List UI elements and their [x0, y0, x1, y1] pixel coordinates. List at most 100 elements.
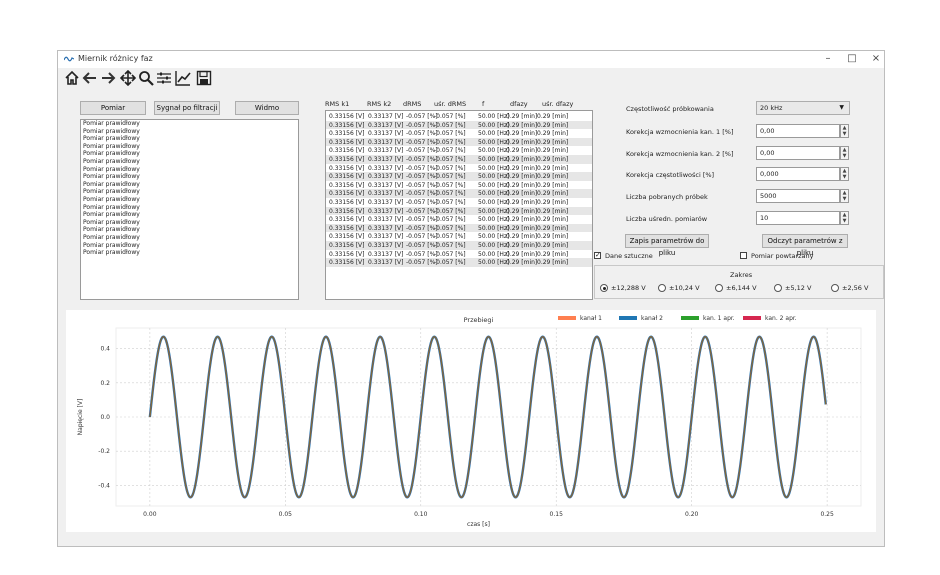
list-item[interactable]: Pomiar prawidłowy — [81, 181, 298, 189]
legend-label: kan. 1 apr. — [703, 315, 735, 322]
list-item[interactable]: Pomiar prawidłowy — [81, 135, 298, 143]
average-count-spinner[interactable]: ▲ ▼ — [840, 211, 849, 225]
spin-down-icon[interactable]: ▼ — [841, 131, 848, 137]
frequency-correction-spinner[interactable]: ▲ ▼ — [840, 167, 849, 181]
configure-subplots-icon[interactable] — [156, 70, 172, 86]
table-row[interactable]: 0.33156 [V] 0.33137 [V] -0.057 [%] -0.057 [… — [326, 215, 592, 224]
save-params-button[interactable]: Zapis parametrów do pliku — [625, 234, 709, 257]
artificial-data-checkbox[interactable]: ✓ — [594, 252, 601, 259]
minimize-button[interactable]: – — [818, 53, 838, 64]
table-row[interactable]: 0.33156 [V] 0.33137 [V] -0.057 [%] -0.057 [… — [326, 189, 592, 198]
sampling-rate-value: 20 kHz — [760, 104, 783, 112]
save-icon[interactable] — [196, 70, 212, 86]
table-cell: -0.057 [%] — [434, 250, 466, 258]
table-cell: 0.33137 [V] — [368, 216, 404, 224]
table-row[interactable]: 0.33156 [V] 0.33137 [V] -0.057 [%] -0.057 [… — [326, 241, 592, 250]
list-item[interactable]: Pomiar prawidłowy — [81, 166, 298, 174]
table-row[interactable]: 0.33156 [V] 0.33137 [V] -0.057 [%] -0.057 [… — [326, 137, 592, 147]
table-row[interactable]: 0.33156 [V] 0.33137 [V] -0.057 [%] -0.057 [… — [326, 181, 592, 190]
maximize-button[interactable]: □ — [842, 53, 862, 64]
list-item[interactable]: Pomiar prawidłowy — [81, 249, 298, 257]
frequency-correction-input[interactable]: 0,000 — [756, 167, 840, 181]
measurement-status-list[interactable]: Pomiar prawidłowy Pomiar prawidłowy Pomiar… — [80, 119, 299, 300]
average-count-input[interactable]: 10 — [756, 211, 840, 225]
table-cell: -0.057 [%] — [434, 259, 466, 267]
pan-icon[interactable] — [120, 70, 136, 86]
list-item[interactable]: Pomiar prawidłowy — [81, 158, 298, 166]
list-item[interactable]: Pomiar prawidłowy — [81, 219, 298, 227]
repeat-measurement-label: Pomiar powtarzany — [751, 252, 814, 260]
close-button[interactable]: × — [866, 53, 886, 64]
load-params-button[interactable]: Odczyt parametrów z pliku — [762, 234, 848, 257]
gain-correction-2-spinner[interactable]: ▲ ▼ — [840, 146, 849, 160]
table-cell: -0.057 [%] — [406, 164, 438, 172]
list-item[interactable]: Pomiar prawidłowy — [81, 242, 298, 250]
table-row[interactable]: 0.33156 [V] 0.33137 [V] -0.057 [%] -0.057 [… — [326, 146, 592, 155]
table-row[interactable]: 0.33156 [V] 0.33137 [V] -0.057 [%] -0.057 [… — [326, 120, 592, 130]
table-row[interactable]: 0.33156 [V] 0.33137 [V] -0.057 [%] -0.057 [… — [326, 206, 592, 216]
list-item[interactable]: Pomiar prawidłowy — [81, 226, 298, 234]
spin-down-icon[interactable]: ▼ — [841, 174, 848, 180]
table-cell: 0.29 [min] — [537, 113, 569, 120]
list-item[interactable]: Pomiar prawidłowy — [81, 188, 298, 196]
chart-title: Przebiegi — [464, 316, 494, 324]
column-header[interactable]: RMS k1 — [325, 100, 349, 108]
column-header[interactable]: RMS k2 — [367, 100, 391, 108]
spin-down-icon[interactable]: ▼ — [841, 196, 848, 202]
list-item[interactable]: Pomiar prawidłowy — [81, 150, 298, 158]
spin-down-icon[interactable]: ▼ — [841, 153, 848, 159]
table-cell: 0.29 [min] — [506, 181, 538, 189]
column-header[interactable]: uśr. dRMS — [434, 100, 466, 108]
list-item[interactable]: Pomiar prawidłowy — [81, 173, 298, 181]
column-header[interactable]: uśr. dfazy — [542, 100, 573, 108]
column-header[interactable]: dfazy — [510, 100, 528, 108]
repeat-measurement-checkbox[interactable] — [740, 252, 747, 259]
sampling-rate-select[interactable]: 20 kHz ▼ — [756, 101, 850, 115]
table-cell: 0.29 [min] — [506, 233, 538, 241]
edit-axis-icon[interactable] — [175, 70, 191, 86]
sample-count-spinner[interactable]: ▲ ▼ — [840, 189, 849, 203]
zoom-icon[interactable] — [138, 70, 154, 86]
table-row[interactable]: 0.33156 [V] 0.33137 [V] -0.057 [%] -0.057 [… — [326, 129, 592, 138]
list-item[interactable]: Pomiar prawidłowy — [81, 211, 298, 219]
gain-correction-1-input[interactable]: 0,00 — [756, 124, 840, 138]
table-row[interactable]: 0.33156 [V] 0.33137 [V] -0.057 [%] -0.057 [… — [326, 164, 592, 173]
list-item[interactable]: Pomiar prawidłowy — [81, 120, 298, 128]
results-table[interactable]: 0.33156 [V] 0.33137 [V] -0.057 [%] -0.057 [… — [325, 110, 593, 300]
spin-down-icon[interactable]: ▼ — [841, 218, 848, 224]
column-header[interactable]: dRMS — [403, 100, 421, 108]
measure-button[interactable]: Pomiar — [80, 101, 146, 115]
gain-correction-2-input[interactable]: 0,00 — [756, 146, 840, 160]
range-radio-256[interactable] — [831, 284, 839, 292]
sample-count-input[interactable]: 5000 — [756, 189, 840, 203]
range-radio-12288[interactable] — [600, 284, 608, 292]
range-radio-6144[interactable] — [715, 284, 723, 292]
gain-correction-1-spinner[interactable]: ▲ ▼ — [840, 124, 849, 138]
table-cell: 0.33156 [V] — [329, 216, 365, 224]
home-icon[interactable] — [64, 70, 80, 86]
table-row[interactable]: 0.33156 [V] 0.33137 [V] -0.057 [%] -0.057 [… — [326, 258, 592, 267]
waveform-plot[interactable]: 0.00 0.05 0.10 0.15 0.20 0.25 0.4 0.2 0.0 -0.2 -0.… — [66, 310, 876, 532]
list-item[interactable]: Pomiar prawidłowy — [81, 143, 298, 151]
column-header[interactable]: f — [482, 100, 484, 108]
table-row[interactable]: 0.33156 [V] 0.33137 [V] -0.057 [%] -0.057 [… — [326, 223, 592, 233]
filtered-signal-button[interactable]: Sygnał po filtracji — [154, 101, 220, 115]
range-radio-1024[interactable] — [658, 284, 666, 292]
table-row[interactable]: 0.33156 [V] 0.33137 [V] -0.057 [%] -0.057 [… — [326, 155, 592, 164]
forward-arrow-icon[interactable] — [100, 70, 116, 86]
list-item[interactable]: Pomiar prawidłowy — [81, 204, 298, 212]
list-item[interactable]: Pomiar prawidłowy — [81, 128, 298, 136]
list-item[interactable]: Pomiar prawidłowy — [81, 196, 298, 204]
waveform-plot-canvas[interactable]: 0.00 0.05 0.10 0.15 0.20 0.25 0.4 0.2 0.0 -0.2 -0.… — [66, 310, 876, 532]
range-group: Zakres ±12,288 V ±10,24 V ±6,144 V ±5,12… — [594, 265, 884, 299]
y-tick-label: -0.2 — [98, 448, 110, 455]
table-row[interactable]: 0.33156 [V] 0.33137 [V] -0.057 [%] -0.057 [… — [326, 172, 592, 181]
table-row[interactable]: 0.33156 [V] 0.33137 [V] -0.057 [%] -0.057 [… — [326, 112, 592, 121]
table-row[interactable]: 0.33156 [V] 0.33137 [V] -0.057 [%] -0.057 [… — [326, 198, 592, 207]
list-item[interactable]: Pomiar prawidłowy — [81, 234, 298, 242]
range-radio-512[interactable] — [774, 284, 782, 292]
table-row[interactable]: 0.33156 [V] 0.33137 [V] -0.057 [%] -0.057 [… — [326, 232, 592, 241]
table-row[interactable]: 0.33156 [V] 0.33137 [V] -0.057 [%] -0.057 [… — [326, 250, 592, 259]
back-arrow-icon[interactable] — [82, 70, 98, 86]
spectrum-button[interactable]: Widmo — [235, 101, 299, 115]
